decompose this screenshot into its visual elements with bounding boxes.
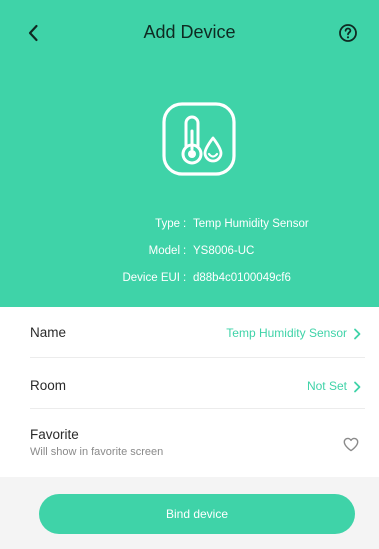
device-model-label: Model (148, 245, 180, 257)
chevron-right-icon (354, 328, 361, 340)
name-row[interactable]: Name Temp Humidity Sensor (0, 307, 379, 358)
favorite-row: Favorite Will show in favorite screen (0, 409, 379, 477)
bind-device-button[interactable]: Bind device (39, 494, 355, 534)
device-eui-row: Device EUI : d88b4c0100049cf6 (0, 269, 379, 287)
device-info: Type : Temp Humidity Sensor Model : YS80… (0, 215, 379, 296)
device-model-value: YS8006-UC (193, 245, 255, 257)
name-value: Temp Humidity Sensor (226, 326, 347, 340)
device-model-row: Model : YS8006-UC (0, 242, 379, 260)
help-button[interactable] (335, 20, 361, 46)
device-type-value: Temp Humidity Sensor (193, 218, 309, 230)
info-separator: : (183, 245, 187, 257)
top-bar: Add Device (0, 18, 379, 48)
room-label: Room (30, 378, 67, 393)
room-value: Not Set (306, 379, 347, 393)
heart-outline-icon[interactable] (343, 437, 359, 452)
room-row[interactable]: Room Not Set (0, 358, 379, 409)
info-separator: : (183, 218, 187, 230)
header-panel: Add Device Type : Temp Humidity Sensor M… (0, 0, 379, 307)
device-eui-label: Device EUI (122, 272, 180, 284)
chevron-right-icon (354, 381, 361, 393)
device-type-row: Type : Temp Humidity Sensor (0, 215, 379, 233)
question-circle-icon (339, 24, 357, 42)
page-title: Add Device (143, 22, 236, 42)
device-type-label: Type (155, 218, 180, 230)
device-eui-value: d88b4c0100049cf6 (193, 272, 291, 284)
info-separator: : (183, 272, 187, 284)
favorite-label: Favorite (30, 427, 79, 442)
favorite-sublabel: Will show in favorite screen (30, 446, 164, 458)
device-form: Name Temp Humidity Sensor Room Not Set F… (0, 307, 379, 477)
temp-humidity-icon (162, 102, 236, 176)
name-label: Name (30, 325, 67, 340)
